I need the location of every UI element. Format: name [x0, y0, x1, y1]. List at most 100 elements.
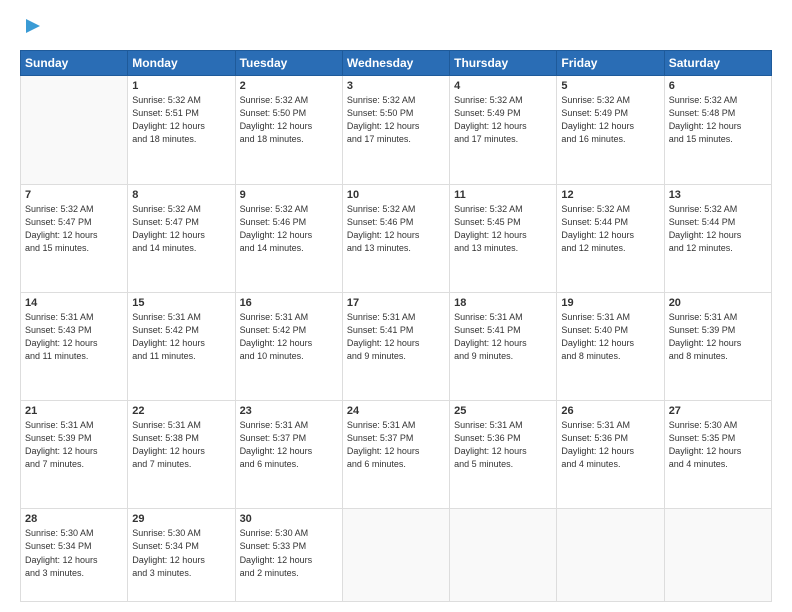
day-number: 25 — [454, 405, 552, 417]
day-number: 18 — [454, 297, 552, 309]
day-info: Sunrise: 5:32 AM Sunset: 5:50 PM Dayligh… — [240, 94, 338, 146]
day-number: 23 — [240, 405, 338, 417]
day-info: Sunrise: 5:32 AM Sunset: 5:48 PM Dayligh… — [669, 94, 767, 146]
day-info: Sunrise: 5:31 AM Sunset: 5:40 PM Dayligh… — [561, 311, 659, 363]
calendar-cell: 5 Sunrise: 5:32 AM Sunset: 5:49 PM Daylig… — [557, 76, 664, 184]
calendar-table: SundayMondayTuesdayWednesdayThursdayFrid… — [20, 50, 772, 602]
calendar-cell: 23 Sunrise: 5:31 AM Sunset: 5:37 PM Dayli… — [235, 401, 342, 509]
day-info: Sunrise: 5:32 AM Sunset: 5:49 PM Dayligh… — [454, 94, 552, 146]
calendar-header-tuesday: Tuesday — [235, 51, 342, 76]
day-info: Sunrise: 5:30 AM Sunset: 5:33 PM Dayligh… — [240, 527, 338, 579]
calendar-cell: 1 Sunrise: 5:32 AM Sunset: 5:51 PM Daylig… — [128, 76, 235, 184]
day-info: Sunrise: 5:31 AM Sunset: 5:37 PM Dayligh… — [240, 419, 338, 471]
day-number: 3 — [347, 80, 445, 92]
day-info: Sunrise: 5:31 AM Sunset: 5:37 PM Dayligh… — [347, 419, 445, 471]
calendar-header-friday: Friday — [557, 51, 664, 76]
calendar-week-row: 7 Sunrise: 5:32 AM Sunset: 5:47 PM Daylig… — [21, 184, 772, 292]
calendar-header-thursday: Thursday — [450, 51, 557, 76]
day-info: Sunrise: 5:30 AM Sunset: 5:34 PM Dayligh… — [132, 527, 230, 579]
calendar-cell — [450, 509, 557, 602]
day-info: Sunrise: 5:32 AM Sunset: 5:46 PM Dayligh… — [240, 203, 338, 255]
header — [20, 16, 772, 40]
day-info: Sunrise: 5:30 AM Sunset: 5:35 PM Dayligh… — [669, 419, 767, 471]
calendar-header-sunday: Sunday — [21, 51, 128, 76]
day-number: 9 — [240, 189, 338, 201]
calendar-cell: 7 Sunrise: 5:32 AM Sunset: 5:47 PM Daylig… — [21, 184, 128, 292]
day-number: 30 — [240, 513, 338, 525]
calendar-cell: 20Sunrise: 5:31 AM Sunset: 5:39 PM Dayli… — [664, 292, 771, 400]
day-number: 10 — [347, 189, 445, 201]
calendar-cell: 6 Sunrise: 5:32 AM Sunset: 5:48 PM Daylig… — [664, 76, 771, 184]
day-info: Sunrise: 5:31 AM Sunset: 5:39 PM Dayligh… — [25, 419, 123, 471]
day-info: Sunrise: 5:31 AM Sunset: 5:39 PM Dayligh… — [669, 311, 767, 363]
day-number: 21 — [25, 405, 123, 417]
day-number: 1 — [132, 80, 230, 92]
day-number: 5 — [561, 80, 659, 92]
day-info: Sunrise: 5:31 AM Sunset: 5:41 PM Dayligh… — [347, 311, 445, 363]
calendar-header-saturday: Saturday — [664, 51, 771, 76]
day-number: 19 — [561, 297, 659, 309]
calendar-cell: 8Sunrise: 5:32 AM Sunset: 5:47 PM Daylig… — [128, 184, 235, 292]
calendar-cell: 16Sunrise: 5:31 AM Sunset: 5:42 PM Dayli… — [235, 292, 342, 400]
calendar-cell: 13Sunrise: 5:32 AM Sunset: 5:44 PM Dayli… — [664, 184, 771, 292]
day-number: 22 — [132, 405, 230, 417]
day-info: Sunrise: 5:32 AM Sunset: 5:44 PM Dayligh… — [669, 203, 767, 255]
day-info: Sunrise: 5:31 AM Sunset: 5:36 PM Dayligh… — [561, 419, 659, 471]
calendar-header-monday: Monday — [128, 51, 235, 76]
calendar-header-row: SundayMondayTuesdayWednesdayThursdayFrid… — [21, 51, 772, 76]
calendar-cell: 28 Sunrise: 5:30 AM Sunset: 5:34 PM Dayli… — [21, 509, 128, 602]
day-info: Sunrise: 5:32 AM Sunset: 5:46 PM Dayligh… — [347, 203, 445, 255]
calendar-cell: 30 Sunrise: 5:30 AM Sunset: 5:33 PM Dayli… — [235, 509, 342, 602]
calendar-cell: 15 Sunrise: 5:31 AM Sunset: 5:42 PM Dayli… — [128, 292, 235, 400]
day-number: 6 — [669, 80, 767, 92]
day-number: 16 — [240, 297, 338, 309]
calendar-week-row: 14Sunrise: 5:31 AM Sunset: 5:43 PM Dayli… — [21, 292, 772, 400]
day-info: Sunrise: 5:31 AM Sunset: 5:38 PM Dayligh… — [132, 419, 230, 471]
day-number: 28 — [25, 513, 123, 525]
day-info: Sunrise: 5:32 AM Sunset: 5:51 PM Dayligh… — [132, 94, 230, 146]
day-info: Sunrise: 5:32 AM Sunset: 5:47 PM Dayligh… — [25, 203, 123, 255]
calendar-cell: 14Sunrise: 5:31 AM Sunset: 5:43 PM Dayli… — [21, 292, 128, 400]
calendar-cell: 26 Sunrise: 5:31 AM Sunset: 5:36 PM Dayli… — [557, 401, 664, 509]
calendar-cell: 21 Sunrise: 5:31 AM Sunset: 5:39 PM Dayli… — [21, 401, 128, 509]
calendar-cell — [557, 509, 664, 602]
calendar-week-row: 1 Sunrise: 5:32 AM Sunset: 5:51 PM Daylig… — [21, 76, 772, 184]
logo — [20, 16, 44, 40]
day-number: 8 — [132, 189, 230, 201]
logo-arrow-icon — [22, 15, 44, 37]
calendar-cell: 19 Sunrise: 5:31 AM Sunset: 5:40 PM Dayli… — [557, 292, 664, 400]
calendar-cell: 10 Sunrise: 5:32 AM Sunset: 5:46 PM Dayli… — [342, 184, 449, 292]
day-number: 4 — [454, 80, 552, 92]
day-info: Sunrise: 5:32 AM Sunset: 5:50 PM Dayligh… — [347, 94, 445, 146]
day-number: 26 — [561, 405, 659, 417]
calendar-cell — [21, 76, 128, 184]
day-number: 12 — [561, 189, 659, 201]
calendar-cell: 12 Sunrise: 5:32 AM Sunset: 5:44 PM Dayli… — [557, 184, 664, 292]
day-info: Sunrise: 5:32 AM Sunset: 5:44 PM Dayligh… — [561, 203, 659, 255]
calendar-cell: 24 Sunrise: 5:31 AM Sunset: 5:37 PM Dayli… — [342, 401, 449, 509]
calendar-cell: 25Sunrise: 5:31 AM Sunset: 5:36 PM Dayli… — [450, 401, 557, 509]
calendar-cell: 9 Sunrise: 5:32 AM Sunset: 5:46 PM Daylig… — [235, 184, 342, 292]
day-number: 2 — [240, 80, 338, 92]
day-info: Sunrise: 5:32 AM Sunset: 5:49 PM Dayligh… — [561, 94, 659, 146]
calendar-cell: 3 Sunrise: 5:32 AM Sunset: 5:50 PM Daylig… — [342, 76, 449, 184]
page: SundayMondayTuesdayWednesdayThursdayFrid… — [0, 0, 792, 612]
day-number: 7 — [25, 189, 123, 201]
day-info: Sunrise: 5:30 AM Sunset: 5:34 PM Dayligh… — [25, 527, 123, 579]
calendar-cell: 22 Sunrise: 5:31 AM Sunset: 5:38 PM Dayli… — [128, 401, 235, 509]
calendar-cell: 29Sunrise: 5:30 AM Sunset: 5:34 PM Dayli… — [128, 509, 235, 602]
calendar-header-wednesday: Wednesday — [342, 51, 449, 76]
day-number: 15 — [132, 297, 230, 309]
day-info: Sunrise: 5:31 AM Sunset: 5:42 PM Dayligh… — [132, 311, 230, 363]
day-number: 24 — [347, 405, 445, 417]
day-number: 27 — [669, 405, 767, 417]
day-info: Sunrise: 5:31 AM Sunset: 5:41 PM Dayligh… — [454, 311, 552, 363]
day-number: 11 — [454, 189, 552, 201]
calendar-cell — [664, 509, 771, 602]
calendar-cell: 11Sunrise: 5:32 AM Sunset: 5:45 PM Dayli… — [450, 184, 557, 292]
day-info: Sunrise: 5:31 AM Sunset: 5:43 PM Dayligh… — [25, 311, 123, 363]
calendar-week-row: 28 Sunrise: 5:30 AM Sunset: 5:34 PM Dayli… — [21, 509, 772, 602]
calendar-cell: 27 Sunrise: 5:30 AM Sunset: 5:35 PM Dayli… — [664, 401, 771, 509]
calendar-cell: 17Sunrise: 5:31 AM Sunset: 5:41 PM Dayli… — [342, 292, 449, 400]
calendar-week-row: 21 Sunrise: 5:31 AM Sunset: 5:39 PM Dayli… — [21, 401, 772, 509]
